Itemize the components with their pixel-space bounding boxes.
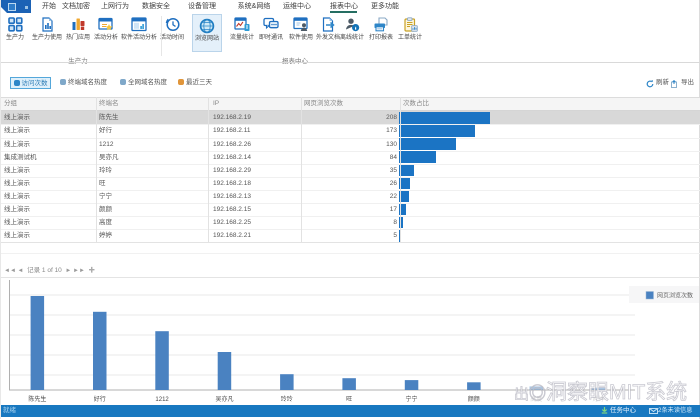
svg-text:颜颜: 颜颜 — [468, 395, 480, 403]
svg-text:旺: 旺 — [346, 396, 352, 403]
svg-text:陈先生: 陈先生 — [28, 395, 46, 403]
svg-text:宁宁: 宁宁 — [405, 395, 417, 403]
svg-text:吴亦凡: 吴亦凡 — [215, 395, 233, 403]
svg-text:1212: 1212 — [155, 397, 169, 403]
svg-text:玲玲: 玲玲 — [281, 395, 293, 403]
svg-text:网页浏览次数: 网页浏览次数 — [657, 292, 693, 300]
svg-text:好行: 好行 — [94, 395, 106, 403]
